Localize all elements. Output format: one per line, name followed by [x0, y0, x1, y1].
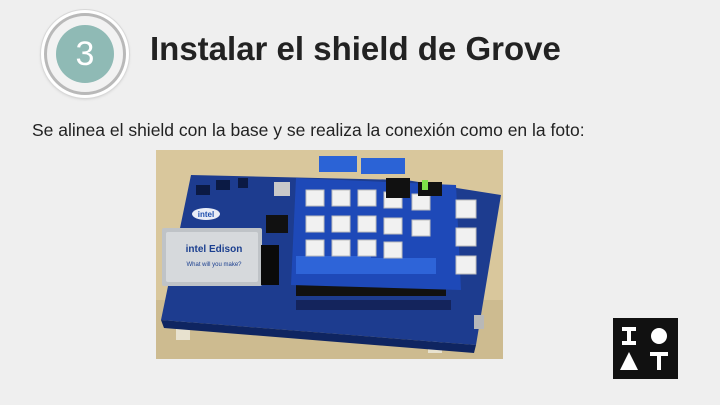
step-badge: 3 — [41, 10, 129, 98]
slide: 3 Instalar el shield de Grove Se alinea … — [0, 0, 720, 405]
board-photo: intel intel Edison What will you make? — [156, 150, 503, 359]
board-brand-label: intel — [198, 210, 214, 219]
slide-title: Instalar el shield de Grove — [150, 30, 561, 67]
module-brand-label: intel Edison — [186, 244, 243, 255]
board-photo-illustration: intel intel Edison What will you make? — [156, 150, 503, 359]
slide-description: Se alinea el shield con la base y se rea… — [32, 120, 585, 140]
iot-logo-icon — [613, 318, 678, 379]
step-number: 3 — [56, 25, 114, 83]
module-tagline-label: What will you make? — [186, 262, 242, 268]
